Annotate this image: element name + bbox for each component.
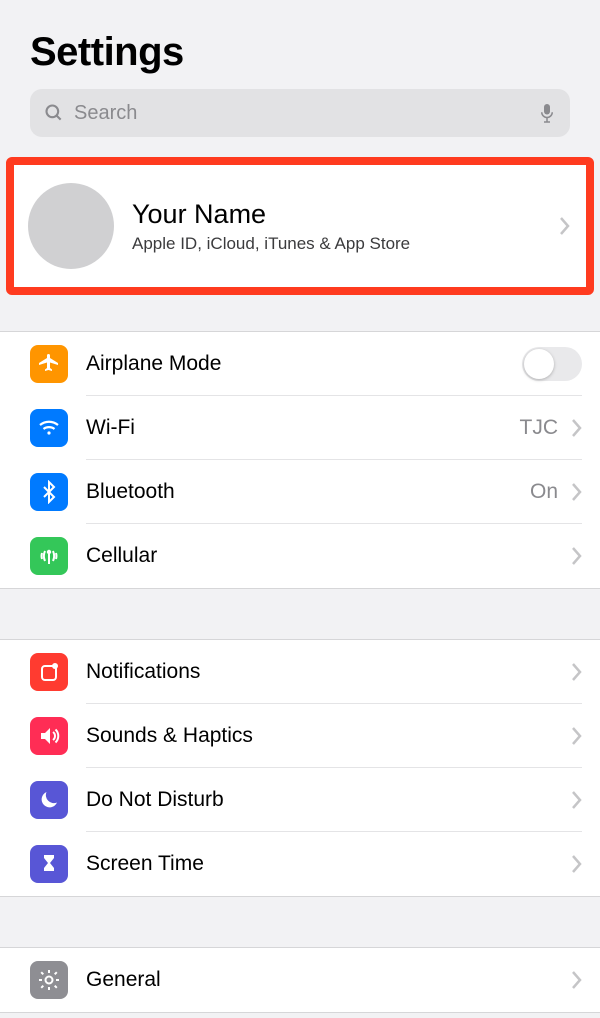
account-name: Your Name xyxy=(132,199,542,230)
page-title: Settings xyxy=(30,30,570,75)
mic-icon[interactable] xyxy=(538,102,556,124)
search-input[interactable] xyxy=(74,102,528,125)
search-bar[interactable] xyxy=(30,89,570,137)
airplane-icon xyxy=(30,345,68,383)
row-value: TJC xyxy=(520,416,559,440)
chevron-right-icon xyxy=(572,663,582,681)
dnd-row[interactable]: Do Not Disturb xyxy=(0,768,600,832)
row-label: Airplane Mode xyxy=(86,352,508,376)
moon-icon xyxy=(30,781,68,819)
chevron-right-icon xyxy=(572,791,582,809)
chevron-right-icon xyxy=(572,727,582,745)
bluetooth-icon xyxy=(30,473,68,511)
row-label: Sounds & Haptics xyxy=(86,724,558,748)
search-icon xyxy=(44,103,64,123)
chevron-right-icon xyxy=(572,483,582,501)
row-value: On xyxy=(530,480,558,504)
chevron-right-icon xyxy=(572,419,582,437)
sounds-icon xyxy=(30,717,68,755)
avatar xyxy=(28,183,114,269)
cellular-icon xyxy=(30,537,68,575)
notifications-row[interactable]: Notifications xyxy=(0,640,600,704)
row-label: Cellular xyxy=(86,544,558,568)
row-label: Notifications xyxy=(86,660,558,684)
chevron-right-icon xyxy=(560,217,570,235)
gear-icon xyxy=(30,961,68,999)
row-label: Wi-Fi xyxy=(86,416,506,440)
cellular-row[interactable]: Cellular xyxy=(0,524,600,588)
wifi-row[interactable]: Wi-Fi TJC xyxy=(0,396,600,460)
general-row[interactable]: General xyxy=(0,948,600,1012)
account-highlight: Your Name Apple ID, iCloud, iTunes & App… xyxy=(6,157,594,295)
row-label: General xyxy=(86,968,558,992)
hourglass-icon xyxy=(30,845,68,883)
wifi-icon xyxy=(30,409,68,447)
bluetooth-row[interactable]: Bluetooth On xyxy=(0,460,600,524)
chevron-right-icon xyxy=(572,971,582,989)
account-row[interactable]: Your Name Apple ID, iCloud, iTunes & App… xyxy=(14,165,586,287)
row-label: Screen Time xyxy=(86,852,558,876)
chevron-right-icon xyxy=(572,855,582,873)
chevron-right-icon xyxy=(572,547,582,565)
notifications-icon xyxy=(30,653,68,691)
airplane-mode-row[interactable]: Airplane Mode xyxy=(0,332,600,396)
toggle-knob xyxy=(524,349,554,379)
airplane-toggle[interactable] xyxy=(522,347,582,381)
sounds-row[interactable]: Sounds & Haptics xyxy=(0,704,600,768)
screentime-row[interactable]: Screen Time xyxy=(0,832,600,896)
row-label: Do Not Disturb xyxy=(86,788,558,812)
account-subtitle: Apple ID, iCloud, iTunes & App Store xyxy=(132,234,542,254)
row-label: Bluetooth xyxy=(86,480,516,504)
